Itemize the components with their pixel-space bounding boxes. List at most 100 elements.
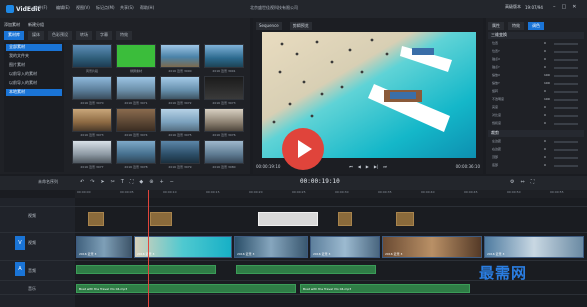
prop-slider[interactable] xyxy=(554,51,578,53)
media-thumb[interactable] xyxy=(160,44,200,68)
next-frame-icon[interactable]: ⏭ xyxy=(383,164,387,169)
prop-value[interactable]: 0 xyxy=(544,147,546,151)
media-thumb[interactable] xyxy=(160,108,200,132)
menu-help[interactable]: 帮助(H) xyxy=(140,5,154,13)
audio-track-badge[interactable]: A xyxy=(15,262,25,276)
section-3d-transform[interactable]: 三维变换 xyxy=(488,32,584,39)
media-thumb[interactable] xyxy=(116,108,156,132)
effect-clip[interactable] xyxy=(150,212,172,226)
tree-item-imported-2[interactable]: 以前导入的素材 xyxy=(6,80,62,87)
license-label[interactable]: 高级版本 xyxy=(505,4,521,10)
effect-clip[interactable] xyxy=(338,212,352,226)
tab-sequence[interactable]: Sequence xyxy=(256,22,282,30)
prop-value[interactable]: 0 xyxy=(544,65,546,69)
menu-marker[interactable]: 标记点(M) xyxy=(96,5,115,13)
tab-color-preset[interactable]: 色彩预设 xyxy=(48,31,72,40)
zoom-out-icon[interactable]: − xyxy=(170,179,174,185)
audio-clip[interactable]: Boat with the Travel Vlo 04.mp3 xyxy=(300,284,470,293)
tab-fx[interactable]: 特效 xyxy=(508,22,524,30)
prop-value[interactable]: 0 xyxy=(544,163,546,167)
minimize-icon[interactable]: – xyxy=(553,4,556,10)
razor-icon[interactable]: ✂ xyxy=(111,179,115,185)
add-media-button[interactable]: 添加素材 xyxy=(4,22,20,28)
prop-value[interactable]: 0 xyxy=(544,49,546,53)
tab-media[interactable]: 媒体 xyxy=(28,31,44,40)
close-icon[interactable]: ✕ xyxy=(572,4,576,10)
media-thumb[interactable] xyxy=(72,76,112,100)
menu-file[interactable]: 文件(F) xyxy=(34,5,47,13)
prop-value[interactable]: 100 xyxy=(544,97,550,101)
time-ruler[interactable]: 00:00:00 00:00:05 00:00:10 00:00:15 00:0… xyxy=(75,190,587,198)
media-thumb[interactable] xyxy=(204,44,244,68)
settings-icon[interactable]: ⚙ xyxy=(510,179,514,185)
tab-transition[interactable]: 转场 xyxy=(76,31,92,40)
prop-slider[interactable] xyxy=(554,115,578,117)
prop-value[interactable]: 0 xyxy=(544,105,546,109)
prop-value[interactable]: 0 xyxy=(544,139,546,143)
menu-edit[interactable]: 编辑(E) xyxy=(56,5,70,13)
fit-icon[interactable]: ⇔ xyxy=(520,179,524,185)
tree-item-imported-1[interactable]: 以前导入的素材 xyxy=(6,71,62,78)
video-clip[interactable]: 2016 近景 3 xyxy=(382,236,482,258)
step-forward-icon[interactable]: ▶| xyxy=(374,164,378,169)
media-thumb[interactable] xyxy=(204,140,244,164)
prop-slider[interactable] xyxy=(554,141,578,143)
media-thumb[interactable] xyxy=(204,76,244,100)
tab-properties[interactable]: 属性 xyxy=(488,22,504,30)
tab-library[interactable]: 素材库 xyxy=(4,31,24,40)
step-back-icon[interactable]: ◀ xyxy=(358,164,361,169)
prop-slider[interactable] xyxy=(554,123,578,125)
media-thumb[interactable] xyxy=(72,140,112,164)
new-group-button[interactable]: 新建分组 xyxy=(28,22,44,28)
play-small-icon[interactable]: ▶ xyxy=(366,164,369,169)
text-icon[interactable]: T xyxy=(121,179,124,185)
undo-icon[interactable]: ↶ xyxy=(80,179,84,185)
redo-icon[interactable]: ↷ xyxy=(90,179,94,185)
audio-clip[interactable] xyxy=(76,265,216,274)
prop-value[interactable]: 100 xyxy=(544,73,550,77)
prop-slider[interactable] xyxy=(554,157,578,159)
tab-clip-preview[interactable]: 剪辑预览 xyxy=(289,22,312,30)
prop-value[interactable]: 0 xyxy=(544,121,546,125)
prop-value[interactable]: 0 xyxy=(544,113,546,117)
prop-slider[interactable] xyxy=(554,75,578,77)
menu-view[interactable]: 视图(V) xyxy=(76,5,90,13)
select-icon[interactable]: ➤ xyxy=(100,179,104,185)
tree-item-all[interactable]: 全部素材 xyxy=(6,44,62,51)
prop-slider[interactable] xyxy=(554,165,578,167)
prop-value[interactable]: 0 xyxy=(544,155,546,159)
tab-caption[interactable]: 字幕 xyxy=(96,31,112,40)
prop-slider[interactable] xyxy=(554,99,578,101)
audio-clip[interactable] xyxy=(236,265,376,274)
prop-slider[interactable] xyxy=(554,149,578,151)
maximize-icon[interactable]: □ xyxy=(562,4,567,10)
effect-clip[interactable] xyxy=(88,212,104,226)
tab-effects[interactable]: 特效 xyxy=(116,31,132,40)
video-clip[interactable]: 2016 近景 3 xyxy=(234,236,308,258)
menu-share[interactable]: 共享(S) xyxy=(120,5,134,13)
prev-frame-icon[interactable]: ⏮ xyxy=(349,164,353,169)
media-thumb[interactable] xyxy=(204,108,244,132)
marker-icon[interactable]: ◆ xyxy=(139,179,143,185)
playhead[interactable] xyxy=(148,190,149,307)
prop-value[interactable]: 0 xyxy=(544,57,546,61)
zoom-in-icon[interactable]: + xyxy=(159,179,163,185)
prop-slider[interactable] xyxy=(554,91,578,93)
crop-icon[interactable]: ⛶ xyxy=(130,179,134,185)
effect-clip[interactable] xyxy=(396,212,414,226)
media-thumb[interactable] xyxy=(116,76,156,100)
video-track-badge[interactable]: V xyxy=(15,236,25,250)
prop-slider[interactable] xyxy=(554,59,578,61)
audio-clip[interactable]: Boat with the Travel Vlo 04.mp3 xyxy=(76,284,296,293)
video-clip[interactable]: 2016 近景 3 xyxy=(310,236,380,258)
prop-slider[interactable] xyxy=(554,67,578,69)
image-sequence-clip[interactable] xyxy=(258,212,318,226)
video-clip[interactable]: 2016 近景 3 xyxy=(484,236,584,258)
prop-slider[interactable] xyxy=(554,43,578,45)
video-clip[interactable]: 2016 近景 3 xyxy=(76,236,132,258)
prop-value[interactable]: 0 xyxy=(544,89,546,93)
media-thumb[interactable] xyxy=(72,44,112,68)
tree-item-local[interactable]: 本地素材 xyxy=(6,89,62,96)
media-thumb[interactable] xyxy=(160,76,200,100)
tab-color[interactable]: 调色 xyxy=(528,22,544,30)
